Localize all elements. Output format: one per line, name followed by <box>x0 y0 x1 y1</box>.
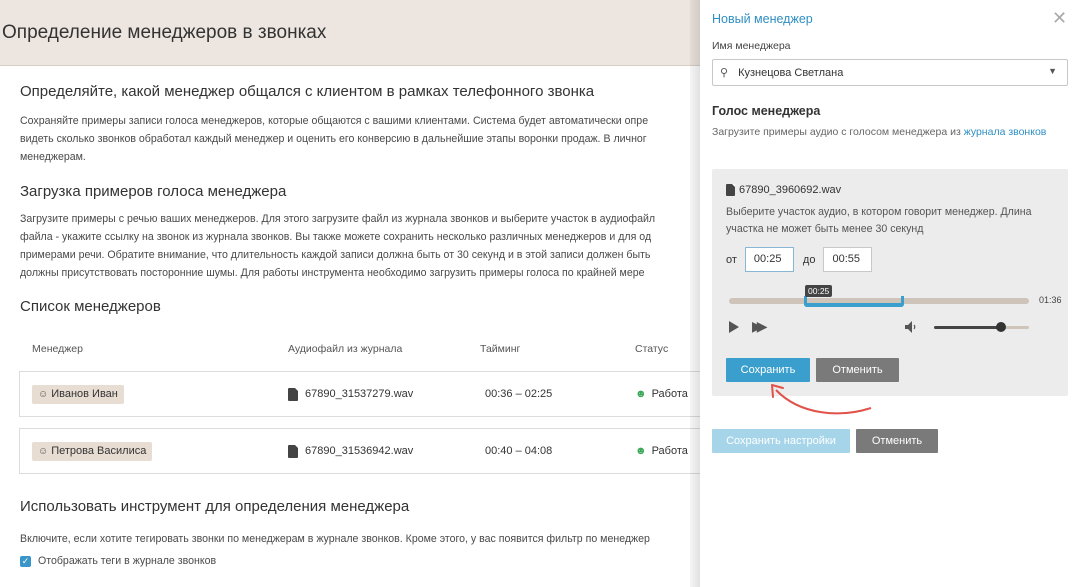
play-icon[interactable] <box>729 321 739 333</box>
call-log-link[interactable]: журнала звонков <box>964 126 1047 138</box>
manager-cell: ☺ Петрова Василиса <box>20 441 288 461</box>
from-time-input[interactable]: 00:25 <box>744 247 794 272</box>
card-filename-text: 67890_3960692.wav <box>739 184 842 196</box>
save-selection-button[interactable]: Сохранить <box>726 358 810 382</box>
selection-time-badge: 00:25 <box>805 285 833 297</box>
status-ok-icon: ☻ <box>635 388 647 400</box>
audio-filename: 67890_31536942.wav <box>305 445 414 457</box>
column-header-audio: Аудиофайл из журнала <box>288 343 403 355</box>
cancel-panel-button[interactable]: Отменить <box>856 429 938 453</box>
selection-range-handle[interactable] <box>804 296 904 307</box>
status-ok-icon: ☻ <box>635 445 647 457</box>
manager-name-select[interactable]: ⚲ Кузнецова Светлана ▼ <box>712 59 1068 86</box>
upload-line: примерами речи. Обратите внимание, что д… <box>20 249 651 261</box>
upload-line: файла - укажите ссылку на звонок из журн… <box>20 231 652 243</box>
page-title: Определение менеджеров в звонках <box>2 21 327 43</box>
section-upload-title: Загрузка примеров голоса менеджера <box>20 183 287 200</box>
section-tool-title: Использовать инструмент для определения … <box>20 498 410 515</box>
panel-title: Новый менеджер <box>712 12 813 26</box>
show-tags-option[interactable]: ✓ Отображать теги в журнале звонков <box>20 555 700 567</box>
upload-line: должны присутствовать посторонние шумы. … <box>20 267 645 279</box>
column-header-manager: Менеджер <box>32 343 83 355</box>
volume-icon[interactable] <box>905 321 919 333</box>
audio-file-icon <box>288 444 298 458</box>
timing-cell: 00:40 – 04:08 <box>485 445 553 457</box>
table-row[interactable]: ☺ Петрова Василиса 67890_31536942.wav 00… <box>19 428 700 474</box>
audio-file-icon <box>726 184 735 196</box>
from-label: от <box>726 253 737 266</box>
intro-line: видеть сколько звонков обработал каждый … <box>20 133 647 145</box>
audio-filename: 67890_31537279.wav <box>305 388 414 400</box>
section-intro-text: Сохраняйте примеры записи голоса менедже… <box>20 112 700 166</box>
manager-tag[interactable]: ☺ Иванов Иван <box>32 384 124 404</box>
close-icon[interactable]: ✕ <box>1052 9 1067 27</box>
manager-name-value: Кузнецова Светлана <box>738 66 844 79</box>
fast-forward-icon[interactable]: ▶▶ <box>752 319 767 333</box>
audio-cell: 67890_31536942.wav <box>288 444 480 458</box>
section-tool-text: Включите, если хотите тегировать звонки … <box>20 533 650 545</box>
intro-line: Сохраняйте примеры записи голоса менедже… <box>20 115 649 127</box>
main-page: Определение менеджеров в звонках Определ… <box>0 0 700 587</box>
manager-tag[interactable]: ☺ Петрова Василиса <box>32 441 153 461</box>
page-content: Определяйте, какой менеджер общался с кл… <box>0 66 700 567</box>
section-managers-title: Список менеджеров <box>20 298 161 315</box>
status-text: Работа <box>651 388 688 400</box>
show-tags-label: Отображать теги в журнале звонков <box>38 555 217 567</box>
person-icon: ☺ <box>38 388 49 400</box>
page-header: Определение менеджеров в звонках <box>0 0 700 66</box>
table-row[interactable]: ☺ Иванов Иван 67890_31537279.wav 00:36 –… <box>19 371 700 417</box>
volume-knob[interactable] <box>996 322 1006 332</box>
manager-name: Иванов Иван <box>51 388 118 400</box>
voice-desc-text: Загрузите примеры аудио с голосом менедж… <box>712 126 964 138</box>
card-filename: 67890_3960692.wav <box>726 184 841 196</box>
chevron-down-icon: ▼ <box>1048 66 1057 76</box>
cancel-selection-button[interactable]: Отменить <box>816 358 899 382</box>
to-label: до <box>802 253 816 266</box>
card-hint: Выберите участок аудио, в котором говори… <box>726 206 1032 235</box>
person-icon: ☺ <box>38 445 49 457</box>
panel-shadow <box>690 0 700 587</box>
manager-name-label: Имя менеджера <box>712 40 791 52</box>
section-upload-text: Загрузите примеры с речью ваших менеджер… <box>20 210 700 282</box>
audio-file-icon <box>288 387 298 401</box>
new-manager-panel: Новый менеджер ✕ Имя менеджера ⚲ Кузнецо… <box>700 0 1074 587</box>
manager-cell: ☺ Иванов Иван <box>20 384 288 404</box>
volume-fill <box>934 326 1001 329</box>
upload-line: Загрузите примеры с речью ваших менеджер… <box>20 213 656 225</box>
save-settings-button[interactable]: Сохранить настройки <box>712 429 850 453</box>
search-icon: ⚲ <box>720 67 729 79</box>
intro-line: менеджерам. <box>20 151 86 163</box>
section-intro-title: Определяйте, какой менеджер общался с кл… <box>20 83 595 100</box>
timing-cell: 00:36 – 02:25 <box>485 388 553 400</box>
voice-section-desc: Загрузите примеры аудио с голосом менедж… <box>712 124 1052 141</box>
column-header-timing: Тайминг <box>480 343 521 355</box>
status-cell: ☻ Работа <box>635 388 688 400</box>
to-time-input[interactable]: 00:55 <box>823 247 873 272</box>
voice-section-title: Голос менеджера <box>712 104 821 118</box>
status-cell: ☻ Работа <box>635 445 688 457</box>
manager-name: Петрова Василиса <box>51 445 147 457</box>
managers-table-header: Менеджер Аудиофайл из журнала Тайминг Ст… <box>20 343 700 357</box>
show-tags-checkbox[interactable]: ✓ <box>20 555 31 567</box>
time-range: от 00:25 до 00:55 <box>726 247 873 272</box>
status-text: Работа <box>651 445 688 457</box>
column-header-status: Статус <box>635 343 669 355</box>
audio-selection-card: 67890_3960692.wav Выберите участок аудио… <box>712 169 1068 396</box>
audio-cell: 67890_31537279.wav <box>288 387 480 401</box>
audio-duration: 01:36 <box>1039 295 1062 305</box>
